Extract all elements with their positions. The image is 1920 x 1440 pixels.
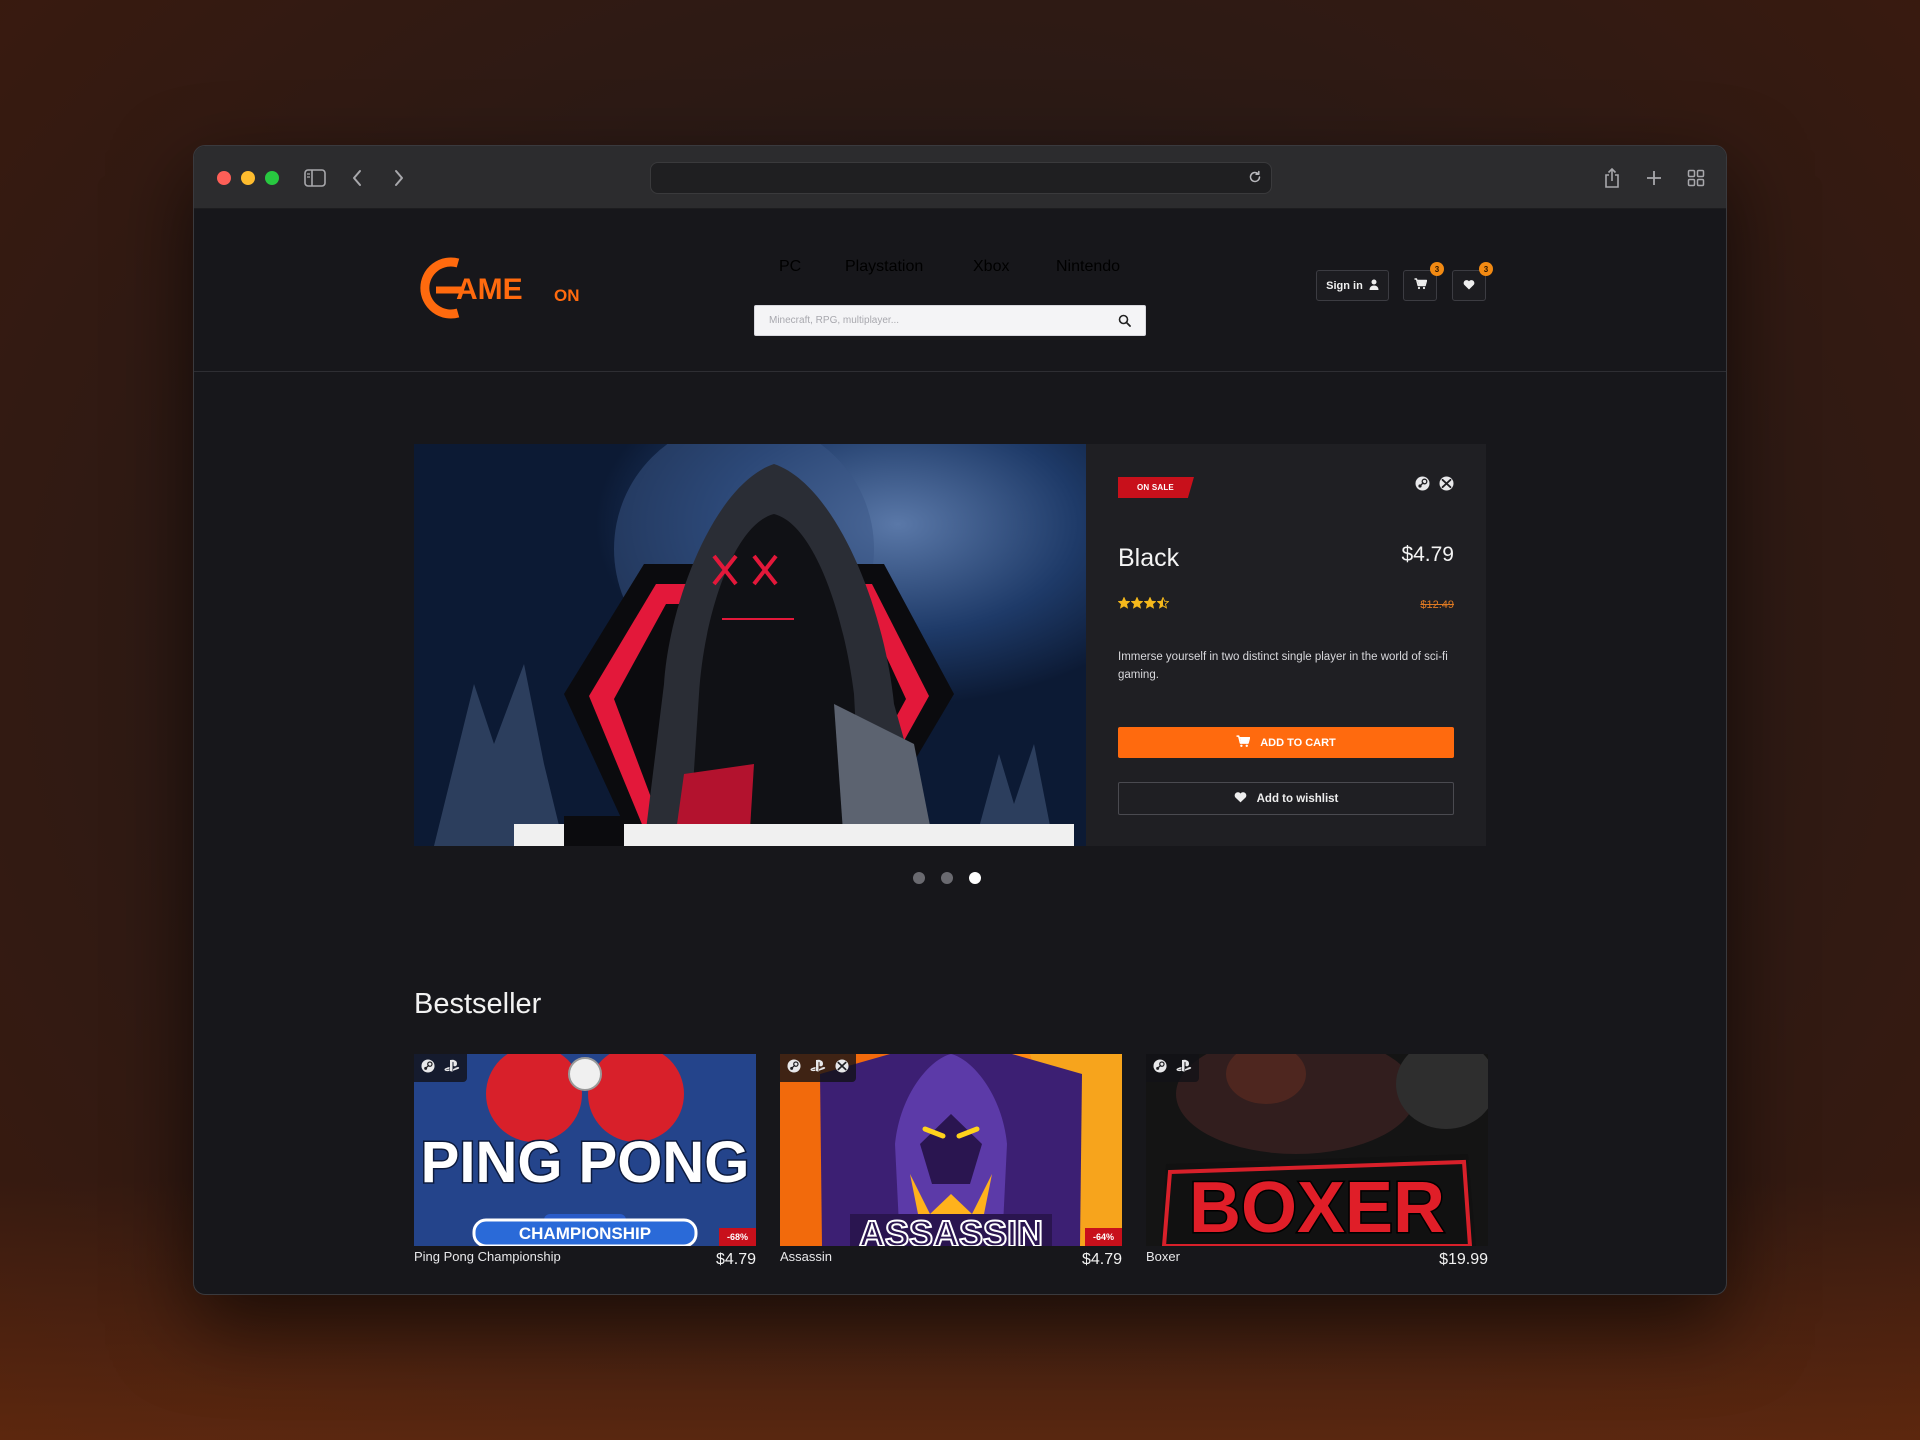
rating-stars	[1118, 597, 1169, 609]
playstation-icon	[1176, 1059, 1192, 1078]
forward-icon[interactable]	[386, 165, 412, 191]
hero-details: ON SALE Black $4.79 $12.49 Immerse yours…	[1086, 444, 1486, 846]
playstation-icon	[444, 1059, 460, 1078]
xbox-icon	[835, 1058, 849, 1078]
nav-pc[interactable]: PC	[779, 258, 801, 276]
star-icon	[1157, 597, 1169, 609]
boxer-art-text: BOXER	[1189, 1168, 1445, 1246]
add-to-cart-label: ADD TO CART	[1260, 736, 1336, 749]
wishlist-button[interactable]: 3	[1452, 262, 1493, 301]
browser-toolbar	[194, 146, 1726, 209]
hero-game-art[interactable]	[414, 444, 1086, 846]
heart-icon	[1234, 791, 1247, 806]
wishlist-count-badge: 3	[1479, 262, 1493, 276]
ping-pong-art: PING PONG CHAMPIONSHIP -68%	[414, 1054, 756, 1246]
hero-game-price: $4.79	[1401, 543, 1454, 566]
game-card[interactable]: PING PONG CHAMPIONSHIP -68% Ping Pong Ch…	[414, 1054, 756, 1294]
nav-playstation[interactable]: Playstation	[845, 258, 923, 276]
tab-overview-icon[interactable]	[1683, 165, 1709, 191]
share-icon[interactable]	[1599, 165, 1625, 191]
card-price: $4.79	[715, 1251, 756, 1268]
boxer-art: BOXER	[1146, 1054, 1488, 1246]
reload-icon[interactable]	[1247, 169, 1263, 190]
new-tab-icon[interactable]	[1641, 165, 1667, 191]
search-icon[interactable]	[1118, 314, 1131, 332]
search-input[interactable]	[755, 306, 1095, 335]
nav-nintendo[interactable]: Nintendo	[1056, 258, 1120, 276]
carousel-dot[interactable]	[969, 872, 981, 884]
carousel-dot[interactable]	[941, 872, 953, 884]
bestseller-heading: Bestseller	[414, 988, 542, 1020]
cart-icon	[1414, 278, 1427, 293]
on-sale-tag: ON SALE	[1118, 477, 1194, 498]
back-icon[interactable]	[344, 165, 370, 191]
window-controls	[217, 171, 279, 185]
star-icon	[1144, 597, 1156, 609]
search-bar	[754, 305, 1146, 336]
cart-icon	[1236, 734, 1251, 751]
card-platform-icons	[1146, 1054, 1199, 1082]
address-bar[interactable]	[650, 162, 1272, 194]
sign-in-button[interactable]: Sign in	[1316, 270, 1389, 301]
hero-game-title: Black	[1118, 544, 1180, 572]
card-title: Ping Pong Championship	[414, 1249, 561, 1264]
discount-badge: -64%	[1084, 1228, 1122, 1246]
cart-count-badge: 3	[1430, 262, 1444, 276]
sidebar-toggle-icon[interactable]	[302, 165, 328, 191]
hero-carousel: ON SALE Black $4.79 $12.49 Immerse yours…	[414, 444, 1486, 846]
sign-in-label: Sign in	[1326, 279, 1363, 292]
cart-button[interactable]: 3	[1403, 262, 1444, 301]
hero-platform-icons	[1415, 476, 1454, 496]
discount-badge: -68%	[718, 1228, 756, 1246]
heart-icon	[1463, 279, 1475, 293]
add-to-cart-button[interactable]: ADD TO CART	[1118, 727, 1454, 758]
add-to-wishlist-label: Add to wishlist	[1256, 792, 1339, 805]
browser-window: AME ON PC Playstation Xbox Nintendo Sign…	[193, 145, 1727, 1295]
logo-suffix-text: ON	[554, 286, 580, 305]
steam-icon	[1415, 476, 1430, 496]
steam-icon	[787, 1058, 801, 1078]
star-icon	[1131, 597, 1143, 609]
xbox-icon	[1439, 476, 1454, 496]
hero-old-price: $12.49	[1420, 599, 1454, 611]
minimize-window-button[interactable]	[241, 171, 255, 185]
site-header: AME ON PC Playstation Xbox Nintendo	[194, 209, 1726, 372]
game-card[interactable]: ASSASSIN -64% Assassin $4.79	[780, 1054, 1122, 1294]
assassin-art: ASSASSIN -64%	[780, 1054, 1122, 1246]
card-platform-icons	[780, 1054, 856, 1082]
card-price: $4.79	[1081, 1251, 1122, 1268]
steam-icon	[1153, 1058, 1167, 1078]
carousel-dots	[913, 872, 981, 884]
user-icon	[1369, 279, 1379, 293]
ping-pong-art-text: PING PONG	[421, 1130, 750, 1195]
ping-pong-art-subtext: CHAMPIONSHIP	[519, 1224, 651, 1243]
game-card[interactable]: BOXER Boxer $19.99	[1146, 1054, 1488, 1294]
add-to-wishlist-button[interactable]: Add to wishlist	[1118, 782, 1454, 815]
logo-main-text: AME	[456, 273, 523, 306]
card-platform-icons	[414, 1054, 467, 1082]
assassin-art-text: ASSASSIN	[859, 1213, 1043, 1246]
carousel-dot[interactable]	[913, 872, 925, 884]
playstation-icon	[810, 1059, 826, 1078]
close-window-button[interactable]	[217, 171, 231, 185]
nav-xbox[interactable]: Xbox	[973, 258, 1009, 276]
hero-description: Immerse yourself in two distinct single …	[1118, 651, 1448, 681]
zoom-window-button[interactable]	[265, 171, 279, 185]
star-icon	[1118, 597, 1130, 609]
card-title: Boxer	[1146, 1249, 1180, 1264]
steam-icon	[421, 1058, 435, 1078]
gameon-logo[interactable]: AME ON	[412, 249, 592, 327]
card-title: Assassin	[780, 1249, 833, 1264]
card-price: $19.99	[1439, 1251, 1488, 1268]
